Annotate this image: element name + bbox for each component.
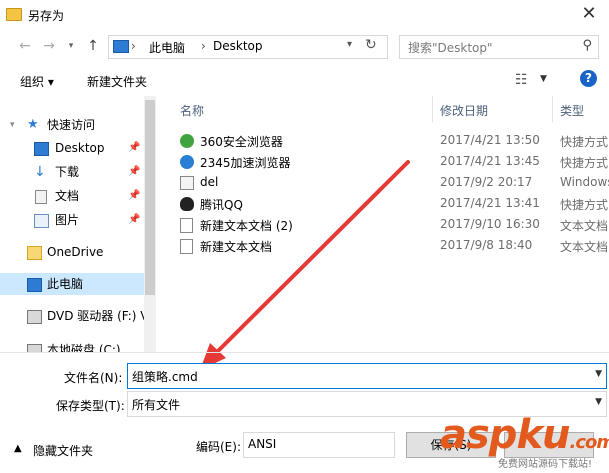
watermark-brand: .com (569, 432, 609, 453)
filename-input[interactable]: 组策略.cmd ▼ (127, 363, 607, 389)
encoding-value: ANSI (248, 437, 277, 451)
filename-label: 文件名(N): (64, 371, 123, 385)
watermark-logo: aspku.com (440, 412, 609, 458)
encoding-select[interactable]: ANSI (243, 432, 395, 458)
watermark-brand: ku (516, 412, 570, 458)
save-type-label: 保存类型(T): (56, 399, 125, 413)
chevron-down-icon[interactable]: ▼ (595, 397, 602, 407)
watermark-caption: 免费网站源码下载站! (498, 459, 593, 470)
filename-value[interactable]: 组策略.cmd (132, 368, 198, 385)
watermark-brand: asp (440, 412, 517, 458)
chevron-up-icon[interactable]: ▲ (14, 443, 22, 454)
encoding-label: 编码(E): (196, 440, 241, 454)
save-type-value: 所有文件 (132, 398, 181, 412)
hide-folders-toggle[interactable]: 隐藏文件夹 (33, 442, 93, 459)
chevron-down-icon[interactable]: ▼ (595, 369, 602, 379)
divider (0, 352, 609, 353)
